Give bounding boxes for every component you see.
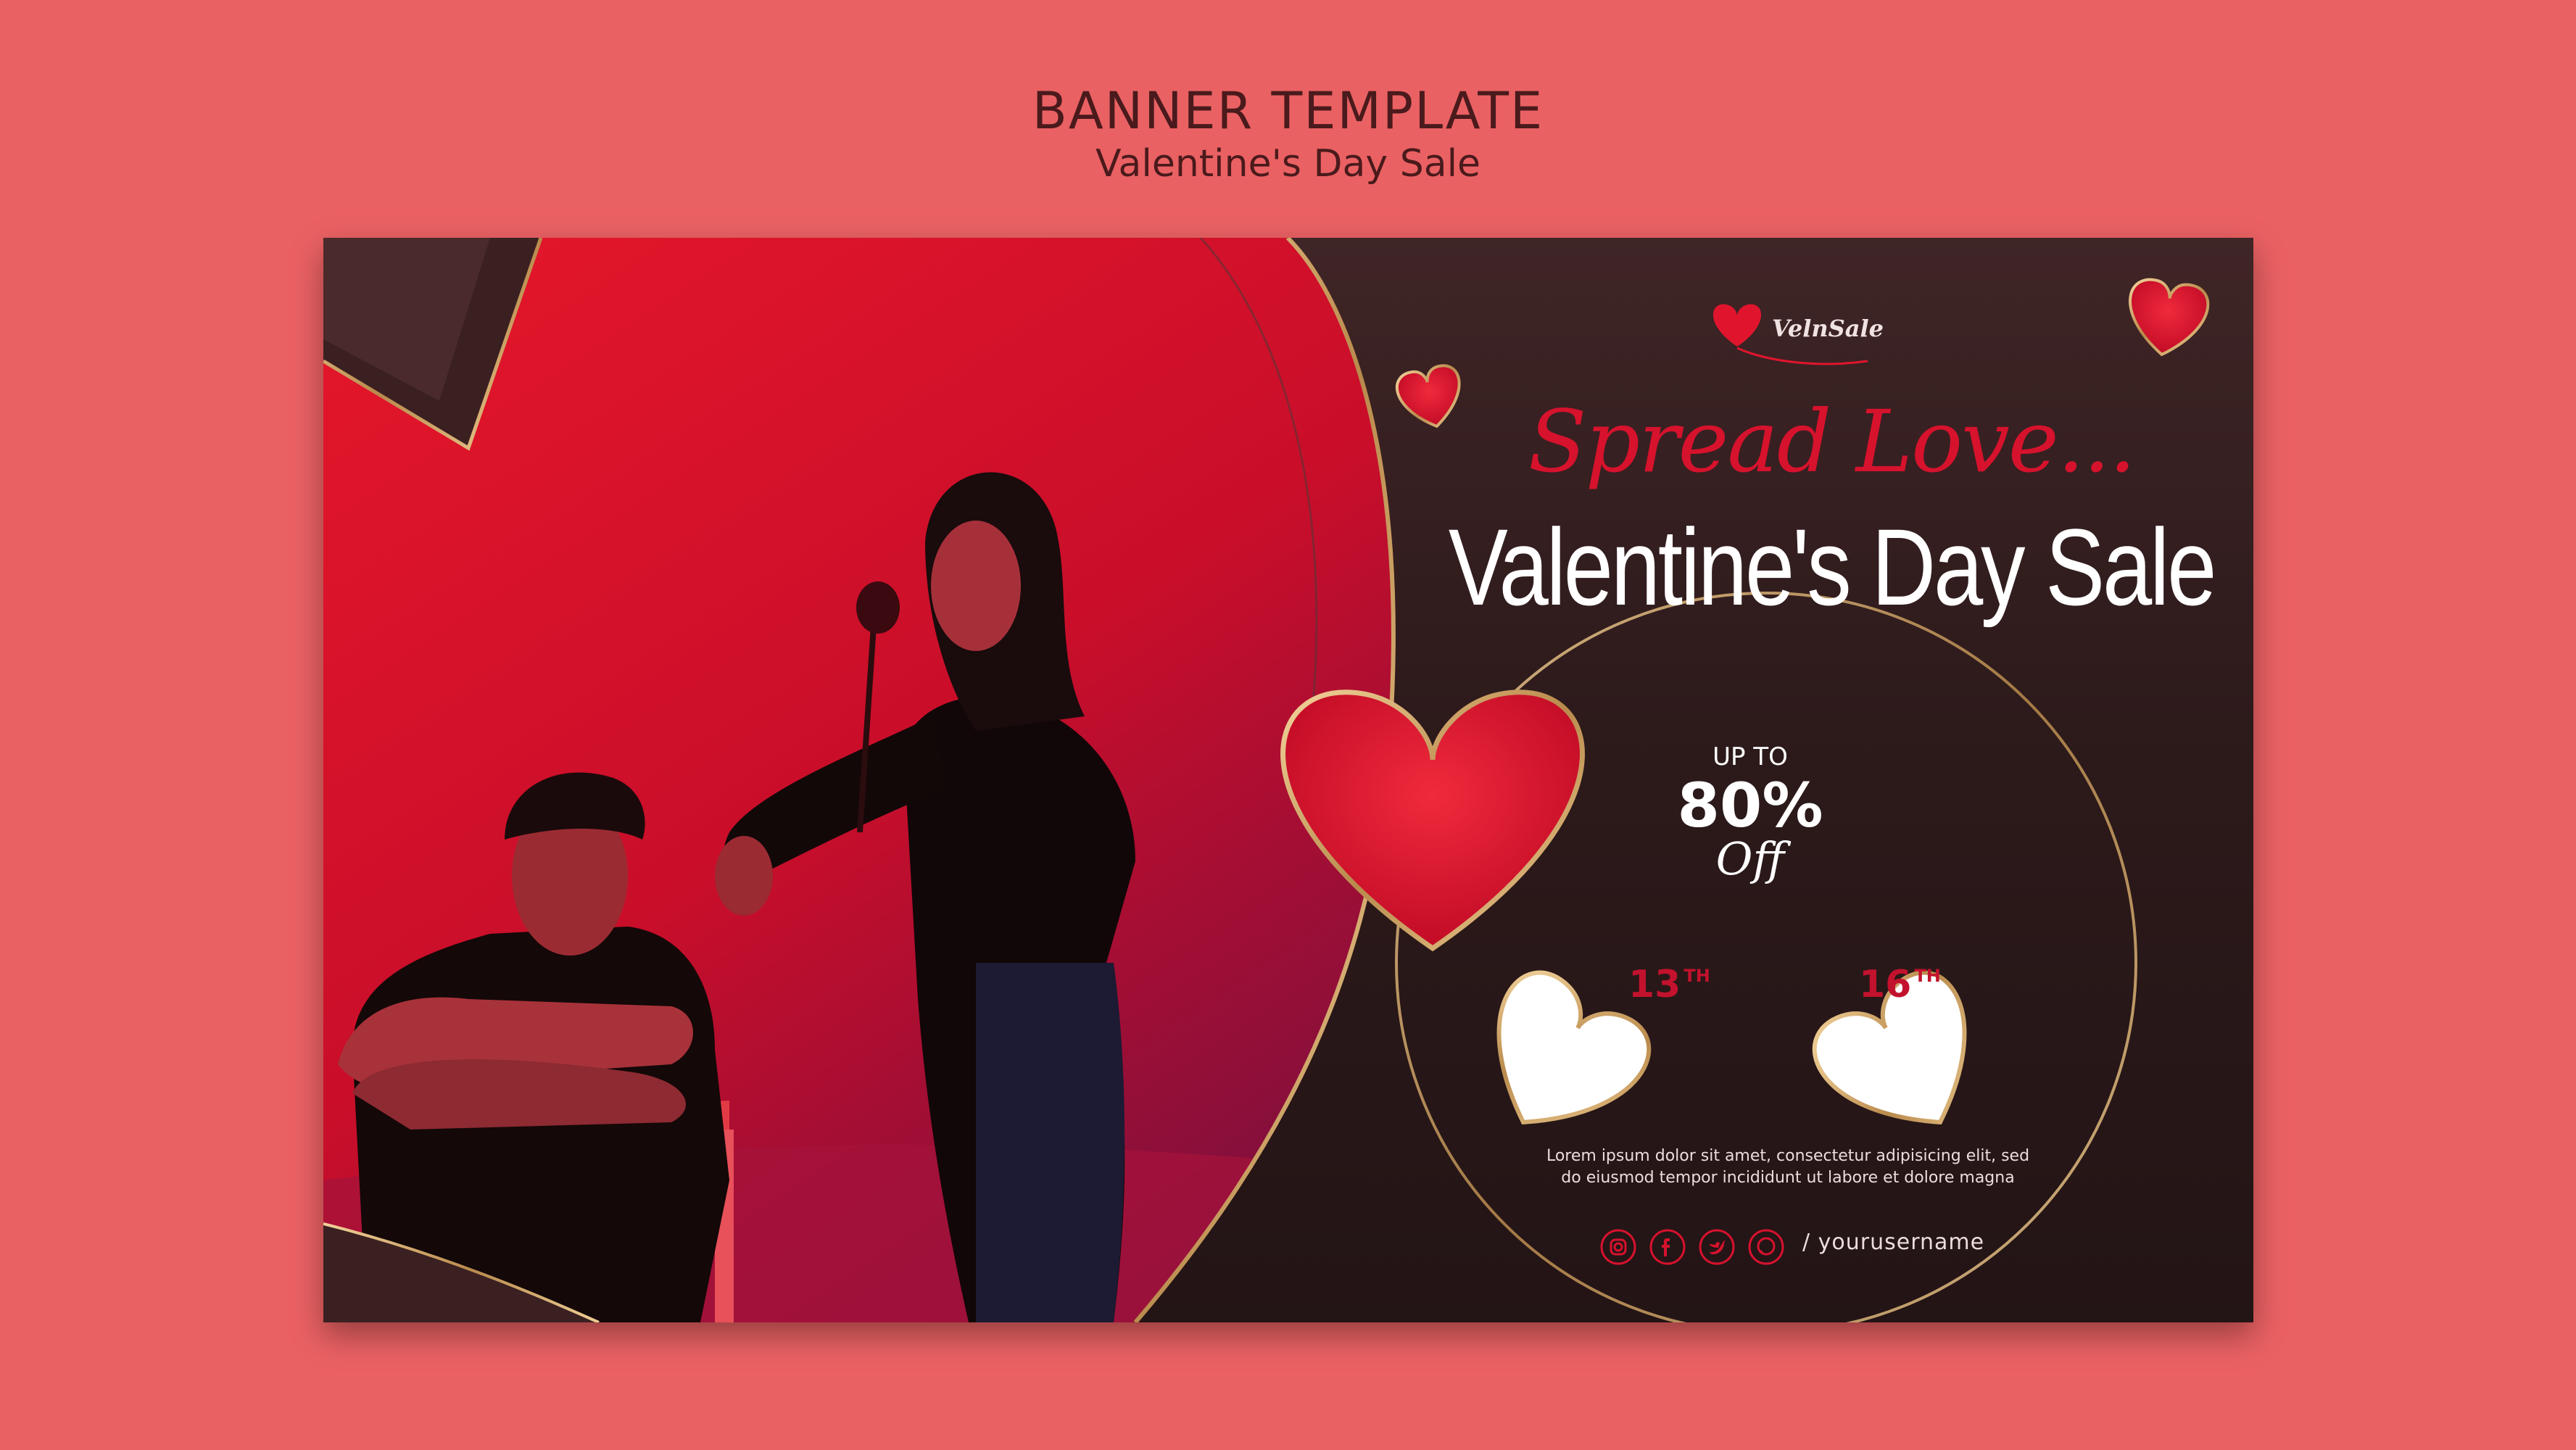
- headline: Valentine's Day Sale: [1448, 506, 2217, 628]
- tagline: Spread Love...: [1528, 392, 2136, 492]
- start-date-day: 13: [1628, 963, 1681, 1006]
- description-line-1: Lorem ipsum dolor sit amet, consectetur …: [1546, 1147, 2030, 1165]
- page-subtitle: Valentine's Day Sale: [1095, 142, 1481, 186]
- end-date-suffix: TH: [1914, 966, 1941, 986]
- twitter-icon[interactable]: [1698, 1228, 1736, 1266]
- offer-prefix: UP TO: [1712, 742, 1788, 771]
- brand-logo: VelnSale: [1772, 315, 1884, 342]
- whatsapp-icon[interactable]: [1747, 1228, 1785, 1266]
- end-date-day: 16: [1859, 963, 1912, 1006]
- page-title: BANNER TEMPLATE: [1032, 81, 1544, 141]
- description-line-2: do eiusmod tempor incididunt ut labore e…: [1561, 1169, 2015, 1187]
- username-link[interactable]: / yourusername: [1802, 1230, 1984, 1255]
- banner: VelnSale Spread Love... Valentine's Day …: [323, 238, 2253, 1322]
- offer-suffix: Off: [1715, 832, 1785, 885]
- end-date: 16 TH: [1859, 963, 1941, 1006]
- start-date-suffix: TH: [1683, 966, 1710, 986]
- description: Lorem ipsum dolor sit amet, consectetur …: [1454, 1146, 2121, 1189]
- start-date: 13 TH: [1628, 963, 1710, 1006]
- facebook-icon[interactable]: [1649, 1228, 1686, 1266]
- instagram-icon[interactable]: [1599, 1228, 1637, 1266]
- offer-value: 80%: [1677, 770, 1823, 841]
